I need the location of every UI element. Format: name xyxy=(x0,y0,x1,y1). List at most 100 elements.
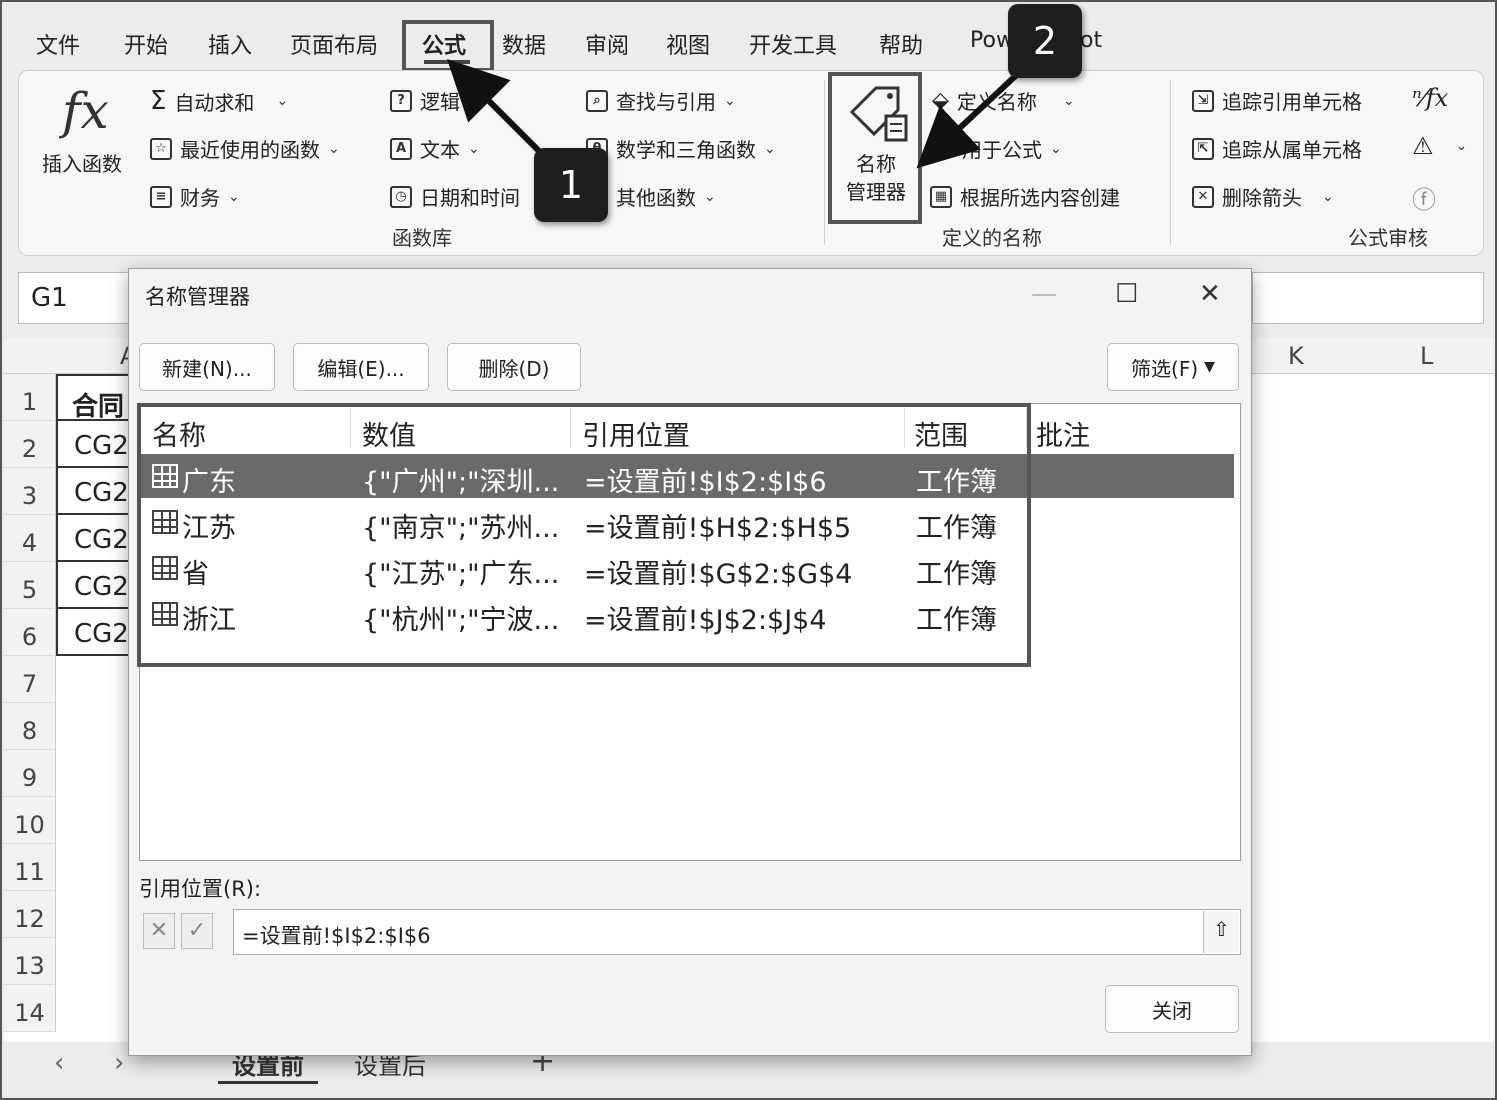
autosum-button[interactable]: Σ 自动求和 ⌄ xyxy=(150,86,288,116)
financial-button[interactable]: ≡ 财务 ⌄ xyxy=(150,182,240,211)
name-box[interactable]: G1 xyxy=(18,272,138,324)
cell-a1[interactable]: 合同 xyxy=(56,374,136,421)
trace-dependents-button[interactable]: ⇱ 追踪从属单元格 xyxy=(1192,134,1362,163)
function-icon: fx xyxy=(62,82,109,140)
tab-power-pivot-tail: ot xyxy=(1080,28,1103,53)
chevron-down-icon: ⌄ xyxy=(1062,92,1075,109)
chevron-down-icon: ⌄ xyxy=(724,92,736,109)
remove-arrows-icon: ✕ xyxy=(1192,185,1214,208)
tab-file[interactable]: 文件 xyxy=(36,28,80,60)
delete-name-button[interactable]: 删除(D) xyxy=(447,343,581,391)
tab-help[interactable]: 帮助 xyxy=(879,28,923,60)
evaluate-formula-icon[interactable]: ⓕ xyxy=(1412,180,1436,215)
text-button[interactable]: A 文本 ⌄ xyxy=(390,134,480,163)
formula-bar[interactable] xyxy=(1252,272,1484,324)
callout-1: 1 xyxy=(534,148,608,222)
tab-page-layout[interactable]: 页面布局 xyxy=(290,28,378,60)
cancel-edit-icon[interactable]: ✕ xyxy=(143,913,175,949)
row-header[interactable]: 10 xyxy=(4,797,56,844)
row-header[interactable]: 11 xyxy=(4,844,56,891)
date-time-button[interactable]: ◷ 日期和时间 xyxy=(390,182,520,211)
function-library-label: 函数库 xyxy=(392,226,452,250)
name-manager-dialog: 名称管理器 — ☐ ✕ 新建(N)... 编辑(E)... 删除(D) 筛选(F… xyxy=(128,268,1252,1056)
clock-icon: ◷ xyxy=(390,185,412,208)
cell-a6[interactable]: CG2 xyxy=(56,609,136,656)
tab-review[interactable]: 审阅 xyxy=(585,28,629,60)
row-header[interactable]: 9 xyxy=(4,750,56,797)
insert-function-button[interactable]: 插入函数 xyxy=(42,148,122,177)
maximize-icon[interactable]: ☐ xyxy=(1115,279,1138,309)
row-header[interactable]: 12 xyxy=(4,891,56,938)
close-icon[interactable]: ✕ xyxy=(1199,279,1221,309)
row-header[interactable]: 7 xyxy=(4,656,56,703)
chevron-down-icon: ⌄ xyxy=(1050,140,1062,157)
recent-functions-button[interactable]: ☆ 最近使用的函数 ⌄ xyxy=(150,134,340,163)
row-header[interactable]: 4 xyxy=(4,515,56,562)
highlight-formulas-tab xyxy=(402,20,494,72)
cell-a2[interactable]: CG2 xyxy=(56,421,136,468)
callout-2: 2 xyxy=(1008,4,1082,78)
chevron-down-icon: ⌄ xyxy=(468,140,480,157)
remove-arrows-button[interactable]: ✕ 删除箭头 ⌄ xyxy=(1192,182,1334,211)
row-header[interactable]: 6 xyxy=(4,609,56,656)
define-name-button[interactable]: ⬙ 定义名称 ⌄ xyxy=(932,86,1075,115)
text-a-icon: A xyxy=(390,137,412,160)
tab-home[interactable]: 开始 xyxy=(124,28,168,60)
trace-precedents-button[interactable]: ⇲ 追踪引用单元格 xyxy=(1192,86,1362,115)
row-header[interactable]: 8 xyxy=(4,703,56,750)
ribbon-separator xyxy=(824,80,825,245)
trace-dependents-icon: ⇱ xyxy=(1192,137,1214,160)
tag-small-icon: ⬙ xyxy=(932,88,949,113)
minimize-icon[interactable]: — xyxy=(1031,279,1057,309)
row-header[interactable]: 14 xyxy=(4,985,56,1032)
highlight-name-manager xyxy=(828,72,922,224)
dialog-title: 名称管理器 xyxy=(145,285,250,309)
refers-to-label: 引用位置(R): xyxy=(139,877,262,901)
caret-down-icon: ▼ xyxy=(1204,359,1215,375)
defined-names-label: 定义的名称 xyxy=(942,226,1042,250)
row-header[interactable]: 13 xyxy=(4,938,56,985)
edit-name-button[interactable]: 编辑(E)... xyxy=(293,343,429,391)
column-header-l[interactable]: L xyxy=(1420,342,1433,370)
star-icon: ☆ xyxy=(150,137,172,160)
cell-a5[interactable]: CG2 xyxy=(56,562,136,609)
next-sheet-icon[interactable]: › xyxy=(114,1048,124,1078)
more-functions-button[interactable]: 其他函数 ⌄ xyxy=(616,182,716,211)
confirm-edit-icon[interactable]: ✓ xyxy=(181,913,213,949)
math-trig-button[interactable]: θ 数学和三角函数 ⌄ xyxy=(586,134,776,163)
row-header[interactable]: 3 xyxy=(4,468,56,515)
error-checking-icon[interactable]: ⚠ ⌄ xyxy=(1412,132,1467,160)
create-from-selection-button[interactable]: ▦ 根据所选内容创建 xyxy=(930,182,1120,211)
tab-view[interactable]: 视图 xyxy=(666,28,710,60)
refers-to-input[interactable]: =设置前!$I$2:$I$6 xyxy=(233,909,1241,955)
row-header[interactable]: 2 xyxy=(4,421,56,468)
row-header[interactable]: 5 xyxy=(4,562,56,609)
highlight-name-list xyxy=(137,403,1031,667)
prev-sheet-icon[interactable]: ‹ xyxy=(54,1048,64,1078)
lookup-reference-button[interactable]: ⌕ 查找与引用 ⌄ xyxy=(586,86,736,115)
magnifier-icon: ⌕ xyxy=(586,89,608,112)
logical-button[interactable]: ? 逻辑 xyxy=(390,86,460,115)
use-in-formula-button[interactable]: 用于公式 ⌄ xyxy=(962,134,1062,163)
cell-a4[interactable]: CG2 xyxy=(56,515,136,562)
ledger-icon: ≡ xyxy=(150,185,172,208)
chevron-down-icon: ⌄ xyxy=(328,140,340,157)
chevron-down-icon: ⌄ xyxy=(764,140,776,157)
filter-button[interactable]: 筛选(F) ▼ xyxy=(1107,343,1239,391)
cell-a3[interactable]: CG2 xyxy=(56,468,136,515)
close-button[interactable]: 关闭 xyxy=(1105,985,1239,1033)
tab-insert[interactable]: 插入 xyxy=(208,28,252,60)
ribbon-separator xyxy=(1170,80,1171,245)
new-name-button[interactable]: 新建(N)... xyxy=(139,343,275,391)
tab-developer[interactable]: 开发工具 xyxy=(749,28,837,60)
column-header-k[interactable]: K xyxy=(1288,342,1304,370)
tab-data[interactable]: 数据 xyxy=(502,28,546,60)
table-create-icon: ▦ xyxy=(930,185,952,208)
collapse-dialog-icon[interactable]: ⇧ xyxy=(1203,911,1239,953)
trace-precedents-icon: ⇲ xyxy=(1192,89,1214,112)
question-icon: ? xyxy=(390,89,412,112)
chevron-down-icon: ⌄ xyxy=(276,93,289,109)
col-header-comment[interactable]: 批注 xyxy=(1036,414,1090,453)
show-formulas-icon[interactable]: ⁿ⁄fx xyxy=(1412,84,1448,112)
row-header[interactable]: 1 xyxy=(4,374,56,421)
